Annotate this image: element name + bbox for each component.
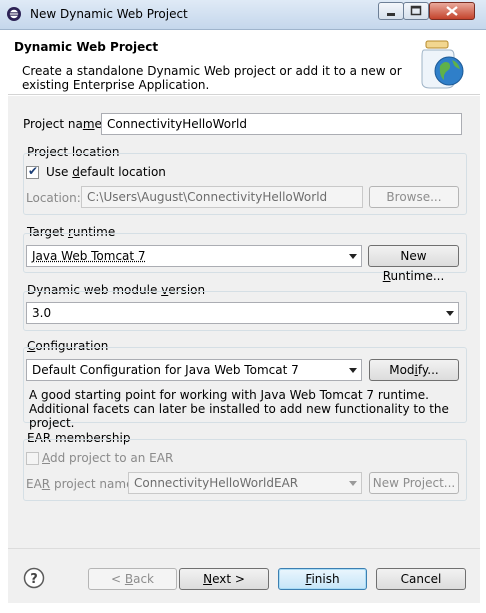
chevron-down-icon: [349, 368, 357, 373]
help-icon[interactable]: ?: [23, 567, 45, 589]
browse-button[interactable]: Browse...: [369, 186, 459, 208]
ear-project-name-select[interactable]: ConnectivityHelloWorldEAR: [128, 472, 362, 494]
chevron-down-icon: [446, 311, 454, 316]
cancel-button[interactable]: Cancel: [376, 568, 466, 590]
minimize-button[interactable]: [378, 2, 404, 20]
add-to-ear-label: Add project to an EAR: [42, 451, 174, 465]
maximize-icon: [410, 5, 422, 16]
page-description: Create a standalone Dynamic Web project …: [22, 64, 402, 92]
use-default-location-checkbox[interactable]: ✔: [26, 164, 39, 179]
modify-button[interactable]: Modify...: [369, 359, 459, 381]
close-button[interactable]: [429, 2, 475, 20]
location-label: Location:: [26, 191, 81, 205]
globe-jar-icon: [421, 40, 464, 89]
maximize-button[interactable]: [403, 2, 429, 20]
configuration-description: A good starting point for working with J…: [29, 388, 449, 430]
eclipse-icon: [7, 7, 21, 21]
add-to-ear-checkbox[interactable]: [26, 452, 39, 465]
location-input[interactable]: C:\Users\August\ConnectivityHelloWorld: [81, 186, 363, 208]
close-icon: [446, 6, 458, 16]
window-title: New Dynamic Web Project: [30, 7, 188, 21]
next-button[interactable]: Next >: [179, 568, 269, 590]
configuration-value: Default Configuration for Java Web Tomca…: [32, 363, 299, 377]
ear-project-name-value: ConnectivityHelloWorldEAR: [134, 476, 299, 490]
project-name-input[interactable]: ConnectivityHelloWorld: [101, 113, 462, 135]
checkmark-icon: ✔: [28, 164, 39, 178]
page-title: Dynamic Web Project: [14, 40, 159, 54]
chevron-down-icon: [349, 254, 357, 259]
target-runtime-select[interactable]: Java Web Tomcat 7: [26, 245, 362, 267]
finish-button[interactable]: Finish: [278, 568, 367, 590]
new-runtime-button[interactable]: New Runtime...: [368, 245, 459, 283]
chevron-down-icon: [349, 481, 357, 486]
svg-text:?: ?: [30, 572, 38, 587]
new-ear-project-button[interactable]: New Project...: [369, 472, 459, 494]
back-button[interactable]: < Back: [88, 568, 177, 590]
project-name-label: Project name:: [23, 117, 106, 131]
use-default-location-label: Use default location: [46, 165, 166, 179]
ear-project-name-label: EAR project name:: [26, 477, 138, 491]
footer-divider: [8, 548, 480, 549]
module-version-value: 3.0: [32, 306, 52, 320]
module-version-select[interactable]: 3.0: [26, 302, 459, 324]
minimize-icon: [387, 13, 395, 16]
target-runtime-value: Java Web Tomcat 7: [32, 249, 146, 263]
configuration-select[interactable]: Default Configuration for Java Web Tomca…: [26, 359, 362, 381]
